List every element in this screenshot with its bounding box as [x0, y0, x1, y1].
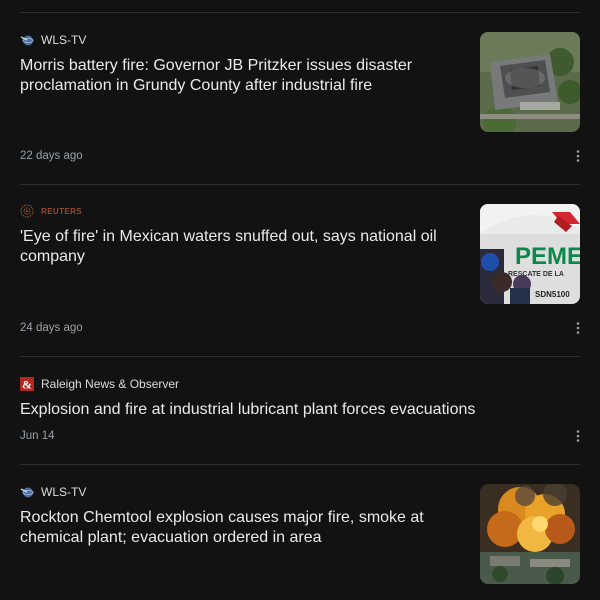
abc7-globe-icon: [20, 485, 34, 499]
abc7-globe-icon: [20, 33, 34, 47]
divider: [20, 12, 580, 13]
ship-code-text: SDN5100: [535, 290, 570, 299]
divider: [20, 356, 580, 357]
more-options-icon[interactable]: [570, 428, 586, 444]
more-options-icon[interactable]: [570, 320, 586, 336]
article-headline[interactable]: Explosion and fire at industrial lubrica…: [20, 400, 475, 420]
source-name: Raleigh News & Observer: [41, 377, 180, 391]
svg-text:&: &: [22, 378, 32, 392]
source-row: WLS-TV: [20, 484, 86, 500]
headline-line: company: [20, 248, 85, 265]
source-row: & Raleigh News & Observer: [20, 376, 179, 392]
article-headline[interactable]: Morris battery fire: Governor JB Pritzke…: [20, 56, 412, 96]
article-time: 24 days ago: [20, 322, 83, 334]
more-options-icon[interactable]: [570, 148, 586, 164]
divider: [20, 464, 580, 465]
source-row: REUTERS: [20, 203, 82, 219]
headline-line: proclamation in Grundy County after indu…: [20, 77, 373, 94]
ampersand-logo-icon: &: [20, 377, 34, 392]
chemical-plant-explosion-image[interactable]: [480, 484, 580, 584]
pemex-ship-image[interactable]: PEME RESCATE DE LA SDN5100: [480, 204, 580, 304]
headline-line: Rockton Chemtool explosion causes major …: [20, 509, 424, 526]
aerial-industrial-fire-image[interactable]: [480, 32, 580, 132]
headline-line: Explosion and fire at industrial lubrica…: [20, 401, 476, 418]
article-time: Jun 14: [20, 430, 55, 442]
source-row: WLS-TV: [20, 32, 86, 48]
article-time: 22 days ago: [20, 150, 83, 162]
headline-line: chemical plant; evacuation ordered in ar…: [20, 529, 322, 546]
source-name: WLS-TV: [41, 33, 87, 47]
headline-line: 'Eye of fire' in Mexican waters snuffed …: [20, 228, 437, 245]
reuters-logo-icon: [20, 204, 34, 218]
news-feed: WLS-TV Morris battery fire: Governor JB …: [0, 0, 600, 600]
pemex-brand-text: PEME: [515, 243, 580, 270]
article-headline[interactable]: Rockton Chemtool explosion causes major …: [20, 508, 424, 548]
divider: [20, 184, 580, 185]
source-name: REUTERS: [41, 206, 83, 216]
rescue-text: RESCATE DE LA: [508, 271, 564, 278]
headline-line: Morris battery fire: Governor JB Pritzke…: [20, 57, 413, 74]
source-name: WLS-TV: [41, 485, 87, 499]
article-headline[interactable]: 'Eye of fire' in Mexican waters snuffed …: [20, 227, 437, 267]
